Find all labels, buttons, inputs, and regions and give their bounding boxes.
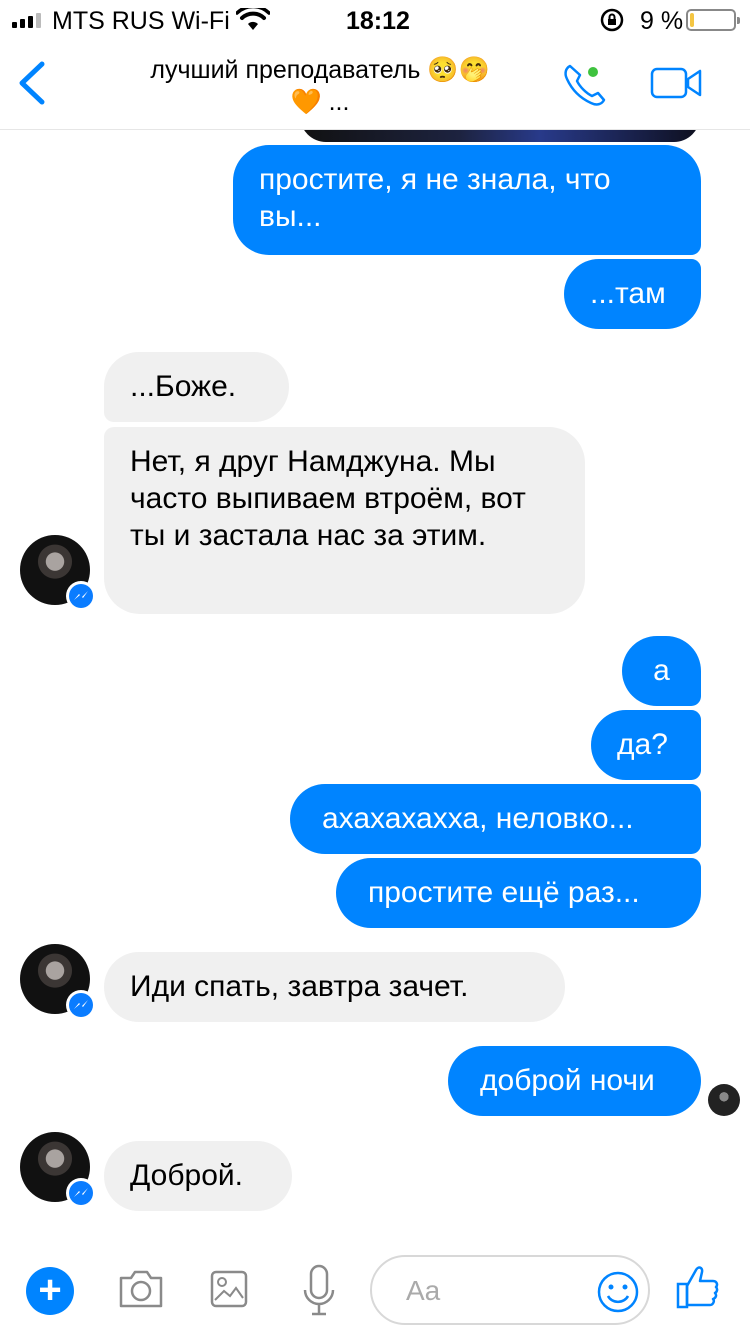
- message-bubble-outgoing[interactable]: ахахахахха, неловко...: [290, 784, 701, 854]
- clock: 18:12: [346, 7, 410, 35]
- emoji-icon[interactable]: [596, 1270, 640, 1314]
- message-bubble-incoming[interactable]: Иди спать, завтра зачет.: [104, 952, 565, 1022]
- seen-indicator-avatar: [708, 1084, 740, 1116]
- microphone-icon[interactable]: [302, 1264, 336, 1320]
- messenger-badge-icon: [66, 1178, 96, 1208]
- conversation-title[interactable]: лучший преподаватель 🥺🤭 🧡 ...: [110, 54, 530, 118]
- composer-bar: + Aa: [0, 1250, 750, 1334]
- message-bubble-outgoing[interactable]: доброй ночи: [448, 1046, 701, 1116]
- message-bubble-outgoing[interactable]: а: [622, 636, 701, 706]
- carrier-name: MTS RUS Wi-Fi: [52, 7, 230, 35]
- plus-icon[interactable]: +: [26, 1267, 74, 1315]
- status-bar: MTS RUS Wi-Fi 18:12 9 %: [0, 0, 750, 40]
- contact-avatar[interactable]: [20, 1132, 96, 1208]
- battery-percent: 9 %: [640, 7, 684, 35]
- message-bubble-outgoing[interactable]: ...там: [564, 259, 701, 329]
- message-bubble-outgoing[interactable]: простите, я не знала, что вы...: [233, 145, 701, 255]
- wifi-icon: [236, 8, 270, 30]
- message-bubble-outgoing[interactable]: простите ещё раз...: [336, 858, 701, 928]
- thumbs-up-icon[interactable]: [676, 1264, 720, 1310]
- chat-header: лучший преподаватель 🥺🤭 🧡 ...: [0, 40, 750, 130]
- messenger-badge-icon: [66, 581, 96, 611]
- camera-icon[interactable]: [117, 1268, 165, 1310]
- message-bubble-incoming[interactable]: Нет, я друг Намджуна. Мы часто выпиваем …: [104, 427, 585, 614]
- conversation-title-line1: лучший преподаватель 🥺🤭: [150, 56, 490, 84]
- message-bubble-outgoing[interactable]: да?: [591, 710, 701, 780]
- messenger-badge-icon: [66, 990, 96, 1020]
- message-bubble-incoming[interactable]: Доброй.: [104, 1141, 292, 1211]
- message-bubble-incoming[interactable]: ...Боже.: [104, 352, 289, 422]
- battery-icon: [686, 9, 740, 31]
- contact-avatar[interactable]: [20, 944, 96, 1020]
- contact-avatar[interactable]: [20, 535, 96, 611]
- message-input[interactable]: Aa: [370, 1255, 650, 1325]
- message-input-placeholder: Aa: [406, 1275, 441, 1306]
- signal-strength-icon: [12, 12, 41, 28]
- phone-icon[interactable]: [560, 60, 610, 110]
- photo-icon[interactable]: [210, 1268, 248, 1310]
- conversation-title-line2: 🧡 ...: [290, 88, 350, 116]
- video-camera-icon[interactable]: [650, 66, 704, 100]
- chevron-left-icon[interactable]: [14, 58, 48, 108]
- rotation-lock-icon: [600, 8, 624, 32]
